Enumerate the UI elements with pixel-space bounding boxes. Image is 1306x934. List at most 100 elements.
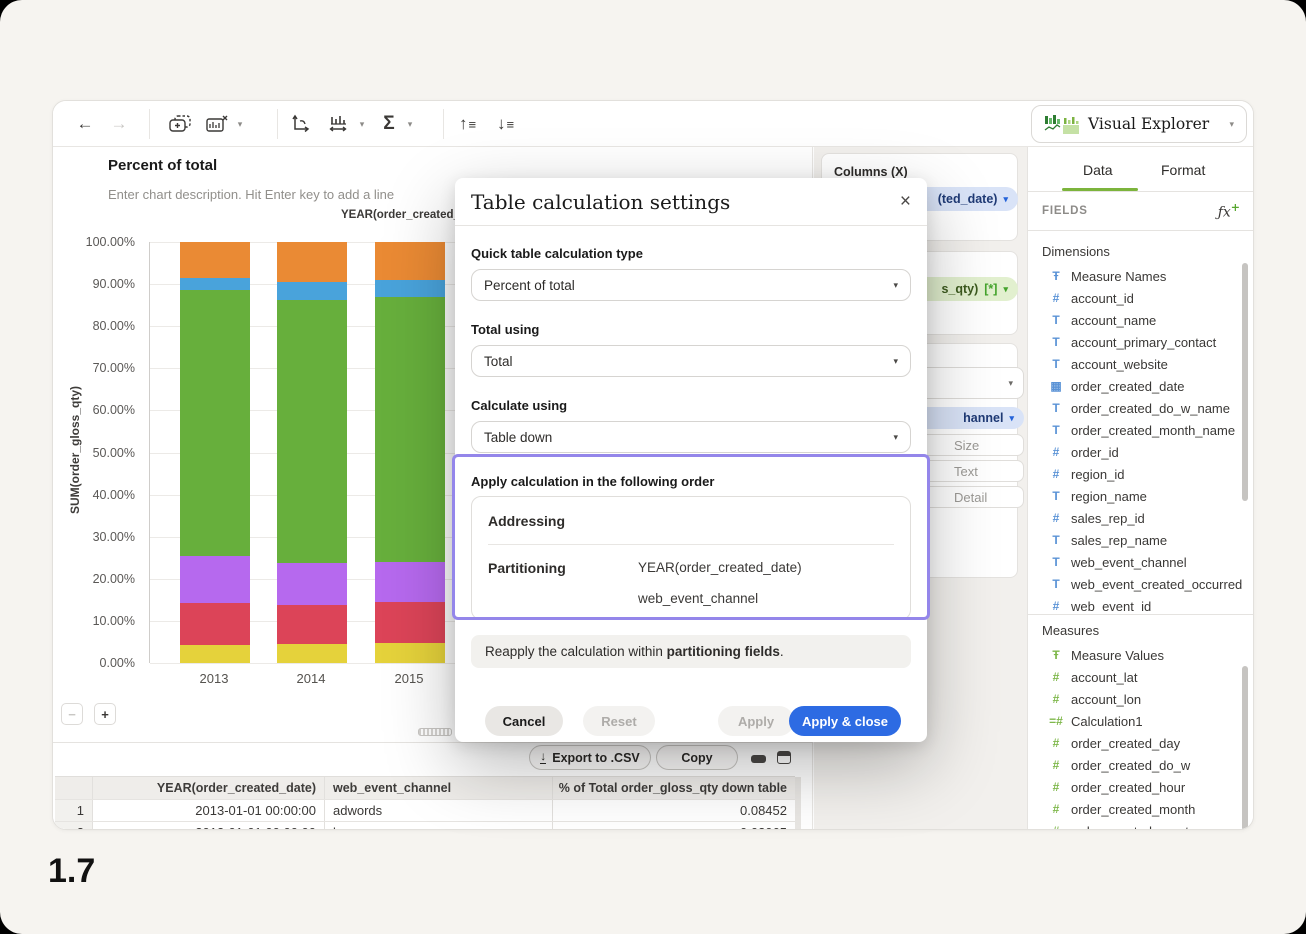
dimension-field-item[interactable]: T order_created_do_w_name (1028, 397, 1242, 419)
measure-field-item[interactable]: # account_lat (1028, 666, 1242, 688)
fields-header: FIELDS (1042, 205, 1088, 217)
select-caret-icon: ▾ (1008, 378, 1013, 388)
forward-button[interactable]: → (107, 101, 131, 147)
expand-results-icon[interactable] (777, 751, 791, 764)
remove-chart-caret[interactable]: ▾ (233, 101, 247, 147)
text-field-icon: T (1052, 401, 1060, 415)
bar-segment-segment-orange[interactable] (277, 242, 347, 282)
measure-field-item[interactable]: # order_created_hour (1028, 776, 1242, 798)
select-caret-icon: ▾ (893, 355, 898, 366)
apply-button[interactable]: Apply (718, 706, 794, 736)
dimension-field-item[interactable]: # region_id (1028, 463, 1242, 485)
swap-axes-button[interactable] (285, 101, 315, 147)
bar-width-icon (329, 116, 347, 132)
measure-field-item[interactable]: =# Calculation1 (1028, 710, 1242, 732)
dimension-field-item[interactable]: T account_primary_contact (1028, 331, 1242, 353)
bar-segment-segment-green[interactable] (180, 290, 250, 556)
bar-segment-segment-blue[interactable] (277, 282, 347, 300)
field-label: Calculation1 (1071, 713, 1143, 729)
color-field-pill-label: hannel (963, 411, 1004, 425)
dimension-field-item[interactable]: # account_id (1028, 287, 1242, 309)
measure-field-item[interactable]: Ŧ Measure Values (1028, 644, 1242, 666)
number-field-icon: # (1052, 802, 1060, 816)
measure-field-item[interactable]: # order_created_quarter (1028, 820, 1242, 830)
bar-segment-segment-purple[interactable] (375, 561, 445, 603)
sort-ascending-button[interactable]: ↑ ≡ (451, 101, 483, 147)
bar-segment-segment-yellow[interactable] (180, 645, 250, 663)
bar-segment-segment-orange[interactable] (180, 242, 250, 278)
number-field-icon: # (1052, 445, 1060, 459)
dimension-field-item[interactable]: ▦ order_created_date (1028, 375, 1242, 397)
remove-chart-button[interactable] (203, 101, 231, 147)
dimensions-scrollbar-thumb[interactable] (1242, 263, 1248, 501)
bar-segment-segment-purple[interactable] (180, 555, 250, 604)
bar-width-button[interactable] (325, 101, 353, 147)
measure-field-item[interactable]: # order_created_do_w (1028, 754, 1242, 776)
bar-segment-segment-yellow[interactable] (375, 642, 445, 663)
bar-width-caret[interactable]: ▾ (355, 101, 369, 147)
bar-segment-segment-red[interactable] (375, 602, 445, 643)
swap-axes-icon (292, 114, 310, 133)
dimension-field-item[interactable]: T web_event_channel (1028, 551, 1242, 573)
bar-segment-segment-orange[interactable] (375, 242, 445, 280)
measures-header: Measures (1042, 623, 1100, 638)
total-using-select[interactable]: Total ▾ (471, 345, 911, 377)
chart-description-placeholder[interactable]: Enter chart description. Hit Enter key t… (108, 187, 394, 202)
bar-segment-segment-green[interactable] (277, 299, 347, 563)
dimension-field-item[interactable]: T order_created_month_name (1028, 419, 1242, 441)
zoom-in-button[interactable]: + (94, 703, 116, 725)
field-label: region_id (1071, 466, 1125, 482)
dimension-field-item[interactable]: Ŧ Measure Names (1028, 265, 1242, 287)
add-calculation-button[interactable]: ƒx+ (1218, 201, 1240, 221)
dimension-field-item[interactable]: # order_id (1028, 441, 1242, 463)
close-icon[interactable]: × (900, 192, 911, 211)
calc-type-select[interactable]: Percent of total ▾ (471, 269, 911, 301)
aggregate-caret[interactable]: ▾ (403, 101, 417, 147)
bar-segment-segment-purple[interactable] (277, 562, 347, 605)
measure-field-item[interactable]: # order_created_month (1028, 798, 1242, 820)
field-label: account_primary_contact (1071, 334, 1217, 350)
row-number-cell: 1 (55, 800, 93, 821)
collapse-results-icon[interactable] (751, 755, 766, 763)
sort-descending-button[interactable]: ↓ ≡ (489, 101, 521, 147)
chart-title[interactable]: Percent of total (108, 157, 217, 174)
reset-button[interactable]: Reset (583, 706, 655, 736)
bar-segment-segment-blue[interactable] (375, 279, 445, 297)
fx-icon: ƒx (1217, 204, 1231, 221)
bar-segment-segment-blue[interactable] (180, 277, 250, 291)
copy-button[interactable]: Copy (656, 745, 738, 770)
dimension-field-item[interactable]: T sales_rep_name (1028, 529, 1242, 551)
tab-format[interactable]: Format (1161, 147, 1205, 192)
bar-segment-segment-red[interactable] (180, 603, 250, 646)
bar-segment-segment-green[interactable] (375, 296, 445, 562)
table-scrollbar[interactable] (795, 777, 801, 829)
dimension-field-item[interactable]: # web_event_id (1028, 595, 1242, 612)
order-box-divider (488, 544, 894, 545)
dimension-field-item[interactable]: T account_website (1028, 353, 1242, 375)
measure-field-item[interactable]: # order_created_day (1028, 732, 1242, 754)
horizontal-scrollbar-thumb[interactable] (418, 728, 452, 736)
export-csv-button[interactable]: ↓ Export to .CSV (529, 745, 651, 770)
calculate-using-select[interactable]: Table down ▾ (471, 421, 911, 453)
bar-segment-segment-red[interactable] (277, 604, 347, 645)
field-label: web_event_channel (1071, 554, 1187, 570)
measures-scrollbar-thumb[interactable] (1242, 666, 1248, 829)
bar-segment-segment-yellow[interactable] (277, 644, 347, 663)
y-tick-label: 40.00% (92, 487, 135, 502)
partitioning-row: Partitioning YEAR(order_created_date) we… (488, 560, 894, 606)
apply-and-close-button[interactable]: Apply & close (789, 706, 901, 736)
measure-field-item[interactable]: # account_lon (1028, 688, 1242, 710)
viz-type-selector[interactable]: Visual Explorer ▾ (1031, 105, 1247, 143)
tab-data[interactable]: Data (1083, 147, 1113, 192)
back-button[interactable]: ← (73, 101, 97, 147)
text-field-icon: T (1052, 555, 1060, 569)
cancel-button[interactable]: Cancel (485, 706, 563, 736)
duplicate-chart-button[interactable] (165, 101, 195, 147)
dimension-field-item[interactable]: T web_event_created_occurred... (1028, 573, 1242, 595)
dimension-field-item[interactable]: # sales_rep_id (1028, 507, 1242, 529)
dimension-field-item[interactable]: T region_name (1028, 485, 1242, 507)
size-slot-label: Size (954, 437, 980, 453)
aggregate-button[interactable]: Σ (377, 101, 401, 147)
dimension-field-item[interactable]: T account_name (1028, 309, 1242, 331)
zoom-out-button[interactable]: − (61, 703, 83, 725)
